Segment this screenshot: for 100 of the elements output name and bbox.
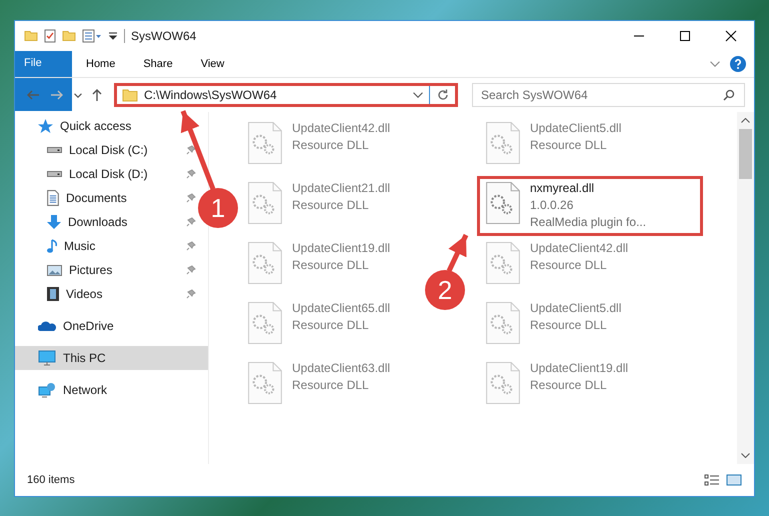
music-note-icon <box>47 238 57 254</box>
scrollbar[interactable] <box>737 112 754 464</box>
chevron-down-icon[interactable] <box>413 92 423 98</box>
sidebar-label: Local Disk (C:) <box>69 143 148 157</box>
download-arrow-icon <box>47 215 61 229</box>
pin-icon[interactable] <box>186 217 196 227</box>
chevron-down-icon[interactable] <box>74 92 82 98</box>
search-field[interactable]: Search SysWOW64 <box>472 83 745 107</box>
gear-file-icon <box>486 242 520 284</box>
sidebar-label: Quick access <box>60 119 132 133</box>
folder-icon <box>122 88 138 102</box>
file-item[interactable]: UpdateClient42.dll Resource DLL <box>239 116 400 176</box>
drive-icon <box>47 171 62 177</box>
file-detail: RealMedia plugin fo... <box>530 214 646 231</box>
sidebar-item[interactable]: Pictures <box>15 258 120 282</box>
pin-icon[interactable] <box>186 265 196 275</box>
sidebar-item[interactable]: Downloads <box>15 210 136 234</box>
file-detail: Resource DLL <box>292 257 370 274</box>
chevron-down-icon[interactable] <box>710 61 720 67</box>
properties-icon <box>82 29 102 43</box>
details-view-icon[interactable] <box>704 474 720 486</box>
item-count: 160 items <box>27 474 75 486</box>
up-arrow-icon[interactable] <box>92 88 102 102</box>
refresh-icon[interactable] <box>436 88 450 102</box>
star-icon <box>38 119 53 133</box>
dropdown-icon[interactable] <box>108 32 118 40</box>
sidebar-label: Videos <box>66 287 102 301</box>
file-name: UpdateClient65.dll <box>292 300 390 317</box>
sidebar-label: Local Disk (D:) <box>69 167 148 181</box>
picture-icon <box>47 264 62 276</box>
file-item[interactable]: UpdateClient63.dll Resource DLL <box>239 356 400 416</box>
sidebar-label: Pictures <box>69 263 112 277</box>
sidebar-label: OneDrive <box>63 319 114 333</box>
file-detail: Resource DLL <box>530 317 608 334</box>
pin-icon[interactable] <box>186 145 196 155</box>
pin-icon[interactable] <box>186 241 196 251</box>
search-icon <box>723 89 735 101</box>
checklist-icon <box>44 29 56 43</box>
file-name: UpdateClient5.dll <box>530 120 622 137</box>
sidebar-item[interactable]: Videos <box>15 282 110 306</box>
file-name: UpdateClient5.dll <box>530 300 622 317</box>
sidebar-label: Network <box>63 383 108 397</box>
ribbon-tab[interactable]: Share <box>129 51 187 77</box>
film-strip-icon <box>47 287 59 301</box>
thumbnail-view-icon[interactable] <box>726 474 742 486</box>
gear-file-icon <box>248 122 282 164</box>
scroll-down-icon[interactable] <box>741 453 750 458</box>
ribbon-tab[interactable]: Home <box>72 51 130 77</box>
file-detail: Resource DLL <box>530 137 608 154</box>
ribbon-tab[interactable]: View <box>186 51 238 77</box>
forward-arrow-icon[interactable] <box>50 90 64 100</box>
file-item[interactable]: nxmyreal.dll 1.0.0.26 RealMedia plugin fo... <box>477 176 703 236</box>
sidebar-item[interactable]: Music <box>15 234 104 258</box>
maximize-icon <box>679 30 691 42</box>
sidebar-item[interactable]: OneDrive <box>15 314 122 338</box>
sidebar-item[interactable]: Documents <box>15 186 135 210</box>
window-title: SysWOW64 <box>131 29 196 43</box>
sidebar-item[interactable]: This PC <box>15 346 208 370</box>
gear-file-icon <box>486 182 520 224</box>
sidebar-item[interactable]: Network <box>15 378 116 402</box>
sidebar-item[interactable]: Local Disk (D:) <box>15 162 156 186</box>
file-item[interactable]: UpdateClient42.dll Resource DLL <box>477 236 638 296</box>
scroll-up-icon[interactable] <box>741 118 750 123</box>
gear-file-icon <box>248 302 282 344</box>
sidebar-label: Documents <box>66 191 127 205</box>
help-icon[interactable] <box>730 56 746 72</box>
file-detail: Resource DLL <box>292 197 370 214</box>
address-path: C:\Windows\SysWOW64 <box>144 88 278 102</box>
file-name: UpdateClient42.dll <box>530 240 628 257</box>
file-detail: Resource DLL <box>530 257 608 274</box>
file-item[interactable]: UpdateClient5.dll Resource DLL <box>477 116 630 176</box>
gear-file-icon <box>486 362 520 404</box>
file-name: UpdateClient21.dll <box>292 180 390 197</box>
close-icon <box>725 30 737 42</box>
file-item[interactable]: UpdateClient5.dll Resource DLL <box>477 296 630 356</box>
sidebar-item[interactable]: Local Disk (C:) <box>15 138 156 162</box>
address-bar[interactable]: C:\Windows\SysWOW64 <box>114 83 458 107</box>
pin-icon[interactable] <box>186 193 196 203</box>
gear-file-icon <box>248 182 282 224</box>
file-detail: Resource DLL <box>292 317 370 334</box>
scrollbar-thumb[interactable] <box>739 129 752 179</box>
file-detail: Resource DLL <box>530 377 608 394</box>
arrow <box>446 234 468 272</box>
file-item[interactable]: UpdateClient19.dll Resource DLL <box>239 236 400 296</box>
file-detail: 1.0.0.26 <box>530 197 574 214</box>
sidebar-label: This PC <box>63 351 106 365</box>
cloud-icon <box>38 320 56 332</box>
file-item[interactable]: UpdateClient65.dll Resource DLL <box>239 296 400 356</box>
file-name: UpdateClient63.dll <box>292 360 390 377</box>
file-tab[interactable]: File <box>15 51 72 111</box>
file-item[interactable]: UpdateClient19.dll Resource DLL <box>477 356 638 416</box>
file-item[interactable]: UpdateClient21.dll Resource DLL <box>239 176 400 236</box>
file-name: UpdateClient19.dll <box>292 240 390 257</box>
pin-icon[interactable] <box>186 169 196 179</box>
sidebar-label: Music <box>64 239 96 253</box>
sidebar-label: Downloads <box>68 215 128 229</box>
pin-icon[interactable] <box>186 289 196 299</box>
sidebar-item[interactable]: Quick access <box>15 114 140 138</box>
folder-icon <box>62 30 76 42</box>
file-name: UpdateClient42.dll <box>292 120 390 137</box>
